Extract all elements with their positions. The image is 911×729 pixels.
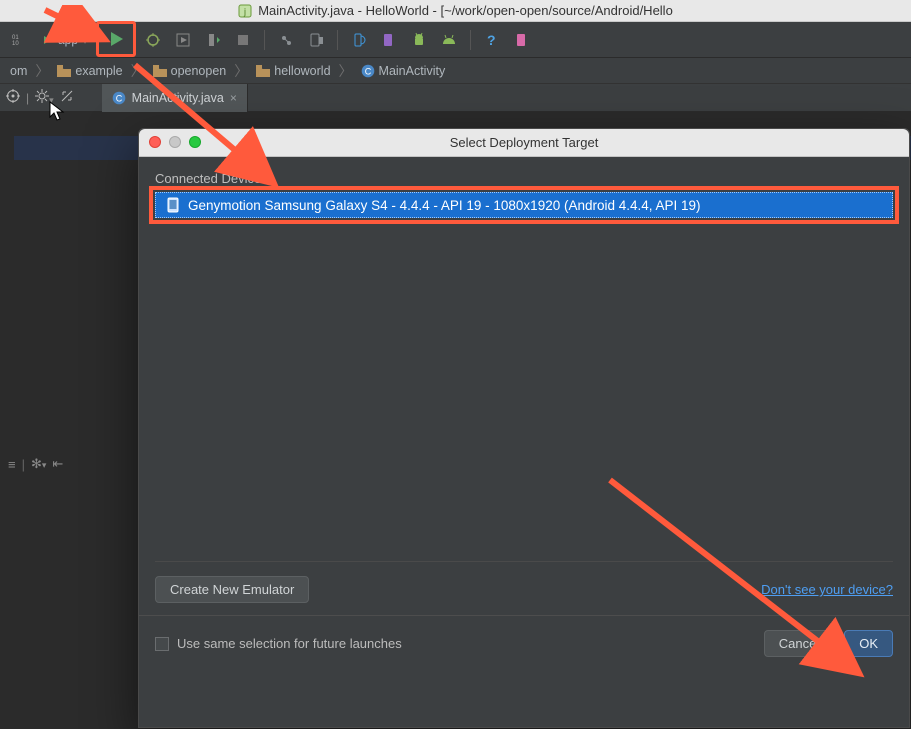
crumb-mainactivity[interactable]: C MainActivity xyxy=(357,64,450,78)
chevron-right-icon: 〉 xyxy=(232,61,250,81)
profile-button[interactable] xyxy=(170,27,196,53)
close-window-icon[interactable] xyxy=(149,136,161,148)
window-title-bar: j MainActivity.java - HelloWorld - [~/wo… xyxy=(0,0,911,22)
avd-manager-button[interactable] xyxy=(303,27,329,53)
chevron-right-icon: 〉 xyxy=(337,61,355,81)
checkbox-icon xyxy=(155,637,169,651)
dialog-separator xyxy=(139,615,909,616)
device-row-selected[interactable]: Genymotion Samsung Galaxy S4 - 4.4.4 - A… xyxy=(155,192,893,218)
svg-text:j: j xyxy=(243,6,246,16)
deployment-target-dialog: Select Deployment Target Connected Devic… xyxy=(138,128,910,728)
device-list[interactable]: Genymotion Samsung Galaxy S4 - 4.4.4 - A… xyxy=(155,192,893,562)
run-config-selector[interactable]: app ▾ xyxy=(36,29,92,51)
sync-gradle-button[interactable] xyxy=(273,27,299,53)
breadcrumb-bar: om 〉 example 〉 openopen 〉 helloworld 〉 C… xyxy=(0,58,911,84)
binary-icon[interactable]: 0110 xyxy=(6,27,32,53)
editor-tab-label: MainActivity.java xyxy=(132,91,224,105)
window-title: MainActivity.java - HelloWorld - [~/work… xyxy=(258,3,673,18)
svg-text:?: ? xyxy=(487,32,496,48)
svg-text:10: 10 xyxy=(12,41,19,47)
device-monitor-button[interactable] xyxy=(376,27,402,53)
svg-text:C: C xyxy=(364,66,371,76)
run-config-label: app xyxy=(58,33,78,47)
crumb-example[interactable]: example xyxy=(53,64,126,78)
android-head-icon[interactable] xyxy=(436,27,462,53)
window-traffic-lights xyxy=(149,136,201,148)
folder-icon xyxy=(153,65,167,77)
use-same-selection-checkbox[interactable]: Use same selection for future launches xyxy=(155,636,402,651)
crumb-om[interactable]: om xyxy=(6,64,31,78)
chevron-right-icon: 〉 xyxy=(129,61,147,81)
run-button[interactable] xyxy=(96,21,136,57)
crumb-label: openopen xyxy=(171,64,227,78)
minimize-window-icon[interactable] xyxy=(169,136,181,148)
crumb-label: om xyxy=(10,64,27,78)
checkbox-label: Use same selection for future launches xyxy=(177,636,402,651)
gear-icon[interactable]: ✻▾ xyxy=(31,456,46,472)
crumb-label: MainActivity xyxy=(379,64,446,78)
help-button[interactable]: ? xyxy=(479,27,505,53)
collapse-icon[interactable]: ⇤ xyxy=(52,456,63,472)
cancel-button[interactable]: Cancel xyxy=(764,630,834,657)
mouse-cursor-icon xyxy=(49,101,67,123)
target-icon[interactable] xyxy=(6,89,20,106)
crumb-label: example xyxy=(75,64,122,78)
android-icon[interactable] xyxy=(406,27,432,53)
main-toolbar: 0110 app ▾ ? xyxy=(0,22,911,58)
device-label: Genymotion Samsung Galaxy S4 - 4.4.4 - A… xyxy=(188,198,701,213)
tool-window-minibar: ≡ | ✻▾ ⇤ xyxy=(8,456,63,472)
create-new-emulator-button[interactable]: Create New Emulator xyxy=(155,576,309,603)
close-tab-icon[interactable]: × xyxy=(230,91,237,105)
editor-tab-mainactivity[interactable]: C MainActivity.java × xyxy=(102,84,248,112)
svg-text:C: C xyxy=(115,93,122,103)
device-pink-icon[interactable] xyxy=(509,27,535,53)
ok-button[interactable]: OK xyxy=(844,630,893,657)
class-icon: C xyxy=(112,91,126,105)
connected-devices-label: Connected Devices xyxy=(155,171,893,186)
dialog-title-bar: Select Deployment Target xyxy=(139,129,909,157)
stop-button[interactable] xyxy=(230,27,256,53)
editor-subbar: | ▾ C MainActivity.java × xyxy=(0,84,911,112)
folder-icon xyxy=(256,65,270,77)
maximize-window-icon[interactable] xyxy=(189,136,201,148)
stack-icon[interactable]: ≡ xyxy=(8,457,16,472)
separator xyxy=(264,30,265,50)
java-file-icon: j xyxy=(238,4,252,18)
dont-see-device-link[interactable]: Don't see your device? xyxy=(761,582,893,597)
attach-debugger-button[interactable] xyxy=(200,27,226,53)
crumb-helloworld[interactable]: helloworld xyxy=(252,64,334,78)
class-icon: C xyxy=(361,64,375,78)
separator xyxy=(337,30,338,50)
chevron-right-icon: 〉 xyxy=(33,61,51,81)
folder-icon xyxy=(57,65,71,77)
crumb-openopen[interactable]: openopen xyxy=(149,64,231,78)
separator xyxy=(470,30,471,50)
dialog-title: Select Deployment Target xyxy=(450,135,599,150)
debug-button[interactable] xyxy=(140,27,166,53)
crumb-label: helloworld xyxy=(274,64,330,78)
sdk-manager-button[interactable] xyxy=(346,27,372,53)
phone-icon xyxy=(166,197,180,213)
